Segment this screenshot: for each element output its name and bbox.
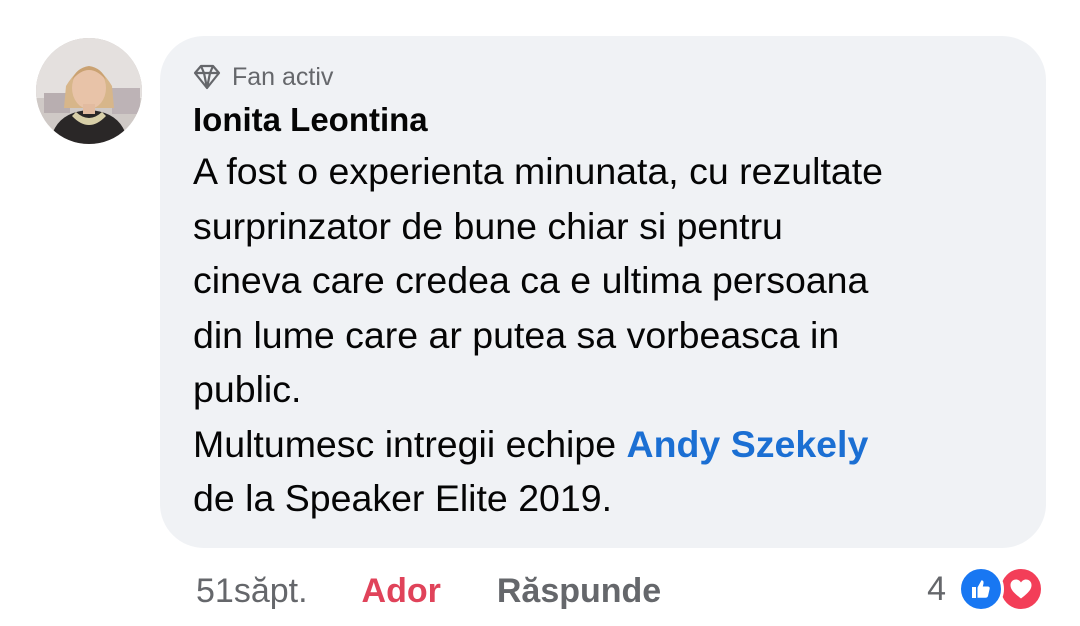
thanks-text: Multumesc intregii echipe (193, 422, 627, 465)
comment-actions: 51săpt. Ador Răspunde (196, 566, 661, 616)
comment-text: A fost o experienta minunata, cu rezulta… (193, 144, 1016, 526)
badge-label: Fan activ (232, 62, 334, 91)
reaction-summary[interactable]: 4 (927, 564, 1048, 614)
reaction-count: 4 (927, 569, 946, 608)
avatar[interactable] (36, 38, 142, 144)
mention-link[interactable]: Andy Szekely (627, 423, 869, 465)
comment-line: A fost o experienta minunata, cu rezulta… (193, 150, 883, 192)
like-icon (958, 566, 1004, 612)
author-name[interactable]: Ionita Leontina (193, 100, 1016, 140)
love-icon (998, 566, 1044, 612)
diamond-icon (193, 64, 221, 90)
fan-badge[interactable]: Fan activ (193, 60, 1016, 94)
comment-line: cineva care credea ca e ultima persoana (193, 259, 869, 301)
love-reaction-button[interactable]: Ador (362, 572, 441, 611)
comment-line: public. (193, 368, 302, 410)
reply-button[interactable]: Răspunde (497, 572, 661, 611)
comment-line: din lume care ar putea sa vorbeasca in (193, 313, 840, 356)
avatar-photo (36, 38, 142, 144)
comment-line: de la Speaker Elite 2019. (193, 477, 613, 519)
comment-line: surprinzator de bune chiar si pentru (193, 204, 783, 247)
reaction-icons (958, 566, 1048, 612)
thanks-line: Multumesc intregii echipe Andy Szekely (193, 417, 1016, 472)
comment-bubble: Fan activ Ionita Leontina A fost o exper… (160, 36, 1046, 548)
timestamp-link[interactable]: 51săpt. (196, 572, 308, 611)
comment-screen: Fan activ Ionita Leontina A fost o exper… (0, 0, 1080, 626)
